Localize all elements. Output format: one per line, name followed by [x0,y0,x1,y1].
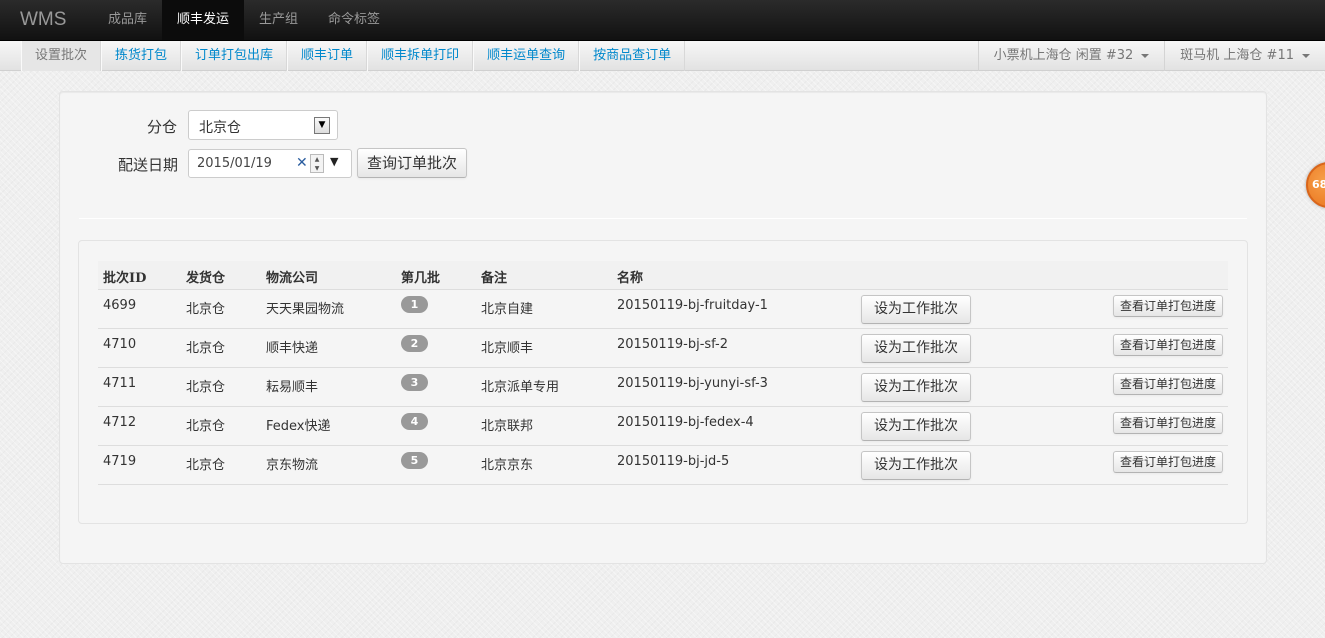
view-pack-progress-button[interactable]: 查看订单打包进度 [1113,373,1223,395]
header-note: 备注 [481,271,508,286]
set-working-batch-button[interactable]: 设为工作批次 [861,451,971,480]
sub-navbar: 设置批次 拣货打包 订单打包出库 顺丰订单 顺丰拆单打印 顺丰运单查询 按商品查… [0,41,1325,71]
delivery-date-value: 2015/01/19 [197,156,272,171]
calendar-dropdown-icon[interactable]: ▼ [330,155,338,168]
view-pack-progress-button[interactable]: 查看订单打包进度 [1113,295,1223,317]
cell-batch-id: 4719 [103,454,137,469]
top-navbar: WMS 成品库 顺丰发运 生产组 命令标签 [0,0,1325,41]
subnav-orders-by-product[interactable]: 按商品查订单 [579,41,686,71]
cell-carrier: 京东物流 [266,458,319,473]
subnav-order-pack-outbound[interactable]: 订单打包出库 [181,41,288,71]
spin-up-icon[interactable]: ▲ [311,155,323,164]
dropdown-arrow-icon[interactable]: ▼ [314,117,330,134]
cell-batch-id: 4711 [103,376,137,391]
table-row: 4712 北京仓 Fedex快递 4 北京联邦 20150119-bj-fede… [98,407,1228,446]
table-row: 4710 北京仓 顺丰快递 2 北京顺丰 20150119-bj-sf-2 设为… [98,329,1228,368]
cell-note: 北京联邦 [481,419,534,434]
topnav-item-finished-goods[interactable]: 成品库 [93,0,162,40]
cell-name: 20150119-bj-yunyi-sf-3 [617,376,768,391]
table-row: 4719 北京仓 京东物流 5 北京京东 20150119-bj-jd-5 设为… [98,446,1228,485]
subnav-sf-waybill-query[interactable]: 顺丰运单查询 [473,41,580,71]
sub-nav: 设置批次 拣货打包 订单打包出库 顺丰订单 顺丰拆单打印 顺丰运单查询 按商品查… [21,41,686,71]
zebra-printer-label: 斑马机 上海仓 #11 [1180,48,1294,63]
spin-down-icon[interactable]: ▼ [311,164,323,173]
view-pack-progress-button[interactable]: 查看订单打包进度 [1113,451,1223,473]
date-spinner[interactable]: ▲ ▼ [310,154,324,173]
set-working-batch-button[interactable]: 设为工作批次 [861,334,971,363]
delivery-date-input[interactable]: 2015/01/19 ✕ ▲ ▼ ▼ [188,149,352,178]
floating-notification-badge[interactable]: 68 [1306,162,1325,208]
subnav-set-batch[interactable]: 设置批次 [21,41,102,71]
view-pack-progress-button[interactable]: 查看订单打包进度 [1113,334,1223,356]
topnav-item-sf-shipping[interactable]: 顺丰发运 [162,0,245,40]
cell-note: 北京京东 [481,458,534,473]
top-nav: 成品库 顺丰发运 生产组 命令标签 [93,0,395,40]
header-batch-id: 批次ID [103,271,147,286]
cell-batch-id: 4712 [103,415,137,430]
cell-note: 北京顺丰 [481,341,534,356]
cell-carrier: 天天果园物流 [266,302,345,317]
set-working-batch-button[interactable]: 设为工作批次 [861,412,971,441]
topnav-item-command-labels[interactable]: 命令标签 [313,0,395,40]
divider [79,218,1247,219]
cell-ship-warehouse: 北京仓 [186,419,226,434]
cell-name: 20150119-bj-fedex-4 [617,415,754,430]
warehouse-label: 分仓 [146,118,177,136]
cell-carrier: 耘易顺丰 [266,380,319,395]
table-row: 4699 北京仓 天天果园物流 1 北京自建 20150119-bj-fruit… [98,290,1228,329]
query-batches-button[interactable]: 查询订单批次 [357,148,467,178]
header-batch-number: 第几批 [401,271,441,286]
subnav-picking-packing[interactable]: 拣货打包 [101,41,182,71]
clear-icon[interactable]: ✕ [296,155,308,171]
set-working-batch-button[interactable]: 设为工作批次 [861,295,971,324]
cell-ship-warehouse: 北京仓 [186,341,226,356]
cell-name: 20150119-bj-sf-2 [617,337,729,352]
table-row: 4711 北京仓 耘易顺丰 3 北京派单专用 20150119-bj-yunyi… [98,368,1228,407]
cell-ship-warehouse: 北京仓 [186,302,226,317]
cell-ship-warehouse: 北京仓 [186,458,226,473]
zebra-printer-dropdown[interactable]: 斑马机 上海仓 #11 [1164,41,1325,71]
receipt-printer-label: 小票机上海仓 闲置 #32 [993,48,1134,63]
subnav-sf-orders[interactable]: 顺丰订单 [287,41,368,71]
cell-batch-id: 4699 [103,298,137,313]
cell-note: 北京派单专用 [481,380,560,395]
cell-note: 北京自建 [481,302,534,317]
batch-number-badge: 3 [401,374,428,391]
cell-name: 20150119-bj-jd-5 [617,454,730,469]
cell-name: 20150119-bj-fruitday-1 [617,298,768,313]
cell-batch-id: 4710 [103,337,137,352]
set-working-batch-button[interactable]: 设为工作批次 [861,373,971,402]
warehouse-select[interactable]: 北京仓 ▼ [188,110,338,140]
header-carrier: 物流公司 [266,271,319,286]
warehouse-select-value: 北京仓 [199,120,241,136]
caret-down-icon [1141,53,1150,58]
brand-logo[interactable]: WMS [20,9,66,31]
cell-ship-warehouse: 北京仓 [186,380,226,395]
cell-carrier: Fedex快递 [266,419,331,434]
view-pack-progress-button[interactable]: 查看订单打包进度 [1113,412,1223,434]
batch-number-badge: 4 [401,413,428,430]
topnav-item-production[interactable]: 生产组 [244,0,313,40]
delivery-date-label: 配送日期 [117,156,178,174]
table-header: 批次ID 发货仓 物流公司 第几批 备注 名称 [98,261,1228,290]
batch-number-badge: 5 [401,452,428,469]
batch-number-badge: 1 [401,296,428,313]
header-ship-warehouse: 发货仓 [186,271,226,286]
receipt-printer-dropdown[interactable]: 小票机上海仓 闲置 #32 [977,41,1165,71]
printer-selectors: 小票机上海仓 闲置 #32 斑马机 上海仓 #11 [977,41,1325,71]
subnav-sf-split-print[interactable]: 顺丰拆单打印 [367,41,474,71]
caret-down-icon [1302,53,1310,58]
cell-carrier: 顺丰快递 [266,341,319,356]
floating-badge-count: 68 [1312,178,1325,191]
header-name: 名称 [617,271,644,286]
batch-number-badge: 2 [401,335,428,352]
